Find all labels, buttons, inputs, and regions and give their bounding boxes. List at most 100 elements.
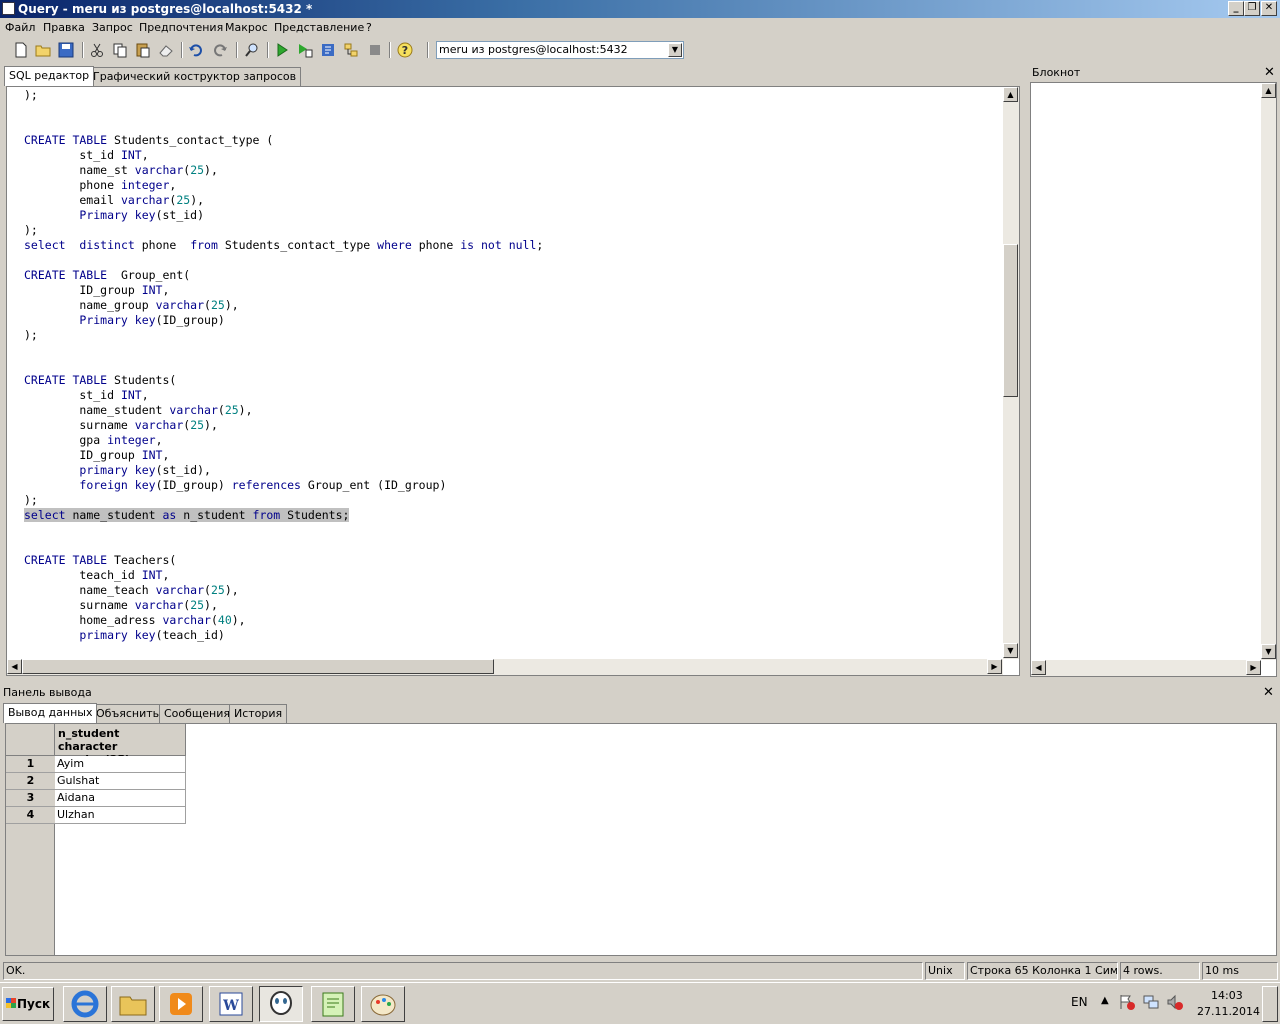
scroll-up-icon[interactable]: ▲ [1003, 87, 1018, 102]
cut-icon[interactable] [88, 41, 106, 59]
scroll-right-icon[interactable]: ▶ [1246, 660, 1261, 675]
menu-query[interactable]: Запрос [92, 21, 133, 34]
internet-explorer-icon[interactable] [63, 986, 107, 1022]
code-line[interactable]: Primary key(st_id) [24, 208, 543, 223]
menu-preferences[interactable]: Предпочтения [139, 21, 223, 34]
scroll-down-icon[interactable]: ▼ [1261, 644, 1276, 659]
paint-icon[interactable] [361, 986, 405, 1022]
code-line[interactable]: teach_id INT, [24, 568, 543, 583]
table-cell[interactable]: Ayim [55, 756, 186, 773]
code-line[interactable]: ); [24, 223, 543, 238]
copy-icon[interactable] [111, 41, 129, 59]
code-line[interactable]: home_adress varchar(40), [24, 613, 543, 628]
code-line[interactable]: gpa integer, [24, 433, 543, 448]
code-line[interactable]: Primary key(ID_group) [24, 313, 543, 328]
menu-edit[interactable]: Правка [43, 21, 85, 34]
scroll-up-icon[interactable]: ▲ [1261, 83, 1276, 98]
code-line[interactable]: foreign key(ID_group) references Group_e… [24, 478, 543, 493]
help-icon[interactable]: ? [396, 41, 414, 59]
show-desktop-button[interactable] [1262, 986, 1278, 1022]
word-icon[interactable]: W [209, 986, 253, 1022]
code-line[interactable]: name_student varchar(25), [24, 403, 543, 418]
code-line[interactable]: surname varchar(25), [24, 598, 543, 613]
execute-to-file-icon[interactable] [296, 41, 314, 59]
chevron-up-icon[interactable]: ▲ [1101, 995, 1109, 1006]
menu-help[interactable]: ? [366, 21, 372, 34]
code-line[interactable] [24, 343, 543, 358]
code-line[interactable]: ); [24, 328, 543, 343]
explain-icon[interactable] [319, 41, 337, 59]
code-line[interactable] [24, 523, 543, 538]
table-cell[interactable]: Ulzhan [55, 807, 186, 824]
close-icon[interactable]: ✕ [1264, 66, 1275, 79]
scroll-thumb[interactable] [1003, 244, 1018, 397]
code-line[interactable]: ); [24, 493, 543, 508]
row-number[interactable]: 4 [6, 807, 55, 824]
code-line[interactable] [24, 118, 543, 133]
scroll-down-icon[interactable]: ▼ [1003, 643, 1018, 658]
row-number[interactable]: 1 [6, 756, 55, 773]
hscroll-thumb[interactable] [22, 659, 494, 674]
code-line[interactable] [24, 538, 543, 553]
language-indicator[interactable]: EN [1071, 995, 1088, 1009]
editor-horizontal-scrollbar[interactable]: ◀ ▶ [7, 659, 1003, 675]
code-line[interactable] [24, 253, 543, 268]
code-line[interactable]: ID_group INT, [24, 283, 543, 298]
notepad-vertical-scrollbar[interactable]: ▲ ▼ [1261, 83, 1276, 660]
table-cell[interactable]: Gulshat [55, 773, 186, 790]
menu-view[interactable]: Представление [274, 21, 364, 34]
connection-select[interactable]: meru из postgres@localhost:5432 ▼ [436, 41, 684, 59]
code-line[interactable]: primary key(st_id), [24, 463, 543, 478]
code-line[interactable]: st_id INT, [24, 388, 543, 403]
code-line[interactable]: CREATE TABLE Teachers( [24, 553, 543, 568]
code-line[interactable]: CREATE TABLE Students( [24, 373, 543, 388]
minimize-button[interactable]: _ [1228, 1, 1244, 16]
scroll-left-icon[interactable]: ◀ [1031, 660, 1046, 675]
close-icon[interactable]: ✕ [1263, 686, 1274, 699]
stop-icon[interactable] [366, 41, 384, 59]
code-line[interactable]: CREATE TABLE Group_ent( [24, 268, 543, 283]
find-icon[interactable] [243, 41, 261, 59]
explorer-icon[interactable] [111, 986, 155, 1022]
clock-date[interactable]: 27.11.2014 [1197, 1005, 1260, 1018]
scroll-right-icon[interactable]: ▶ [987, 659, 1002, 674]
code-line[interactable]: ); [24, 88, 543, 103]
save-icon[interactable] [57, 41, 75, 59]
chevron-down-icon[interactable]: ▼ [668, 43, 682, 57]
tab-messages[interactable]: Сообщения [159, 704, 236, 724]
tab-explain[interactable]: Объяснить [91, 704, 165, 724]
code-line[interactable]: email varchar(25), [24, 193, 543, 208]
tab-sql-editor[interactable]: SQL редактор [4, 66, 95, 86]
row-number[interactable]: 2 [6, 773, 55, 790]
code-line[interactable]: phone integer, [24, 178, 543, 193]
notepad-plus-icon[interactable] [311, 986, 355, 1022]
code-line[interactable]: primary key(teach_id) [24, 628, 543, 643]
code-line[interactable]: CREATE TABLE Students_contact_type ( [24, 133, 543, 148]
code-line[interactable]: select name_student as n_student from St… [24, 508, 543, 523]
eraser-icon[interactable] [157, 41, 175, 59]
code-line[interactable] [24, 103, 543, 118]
execute-icon[interactable] [273, 41, 291, 59]
scroll-left-icon[interactable]: ◀ [7, 659, 22, 674]
maximize-button[interactable]: ❐ [1244, 1, 1260, 16]
action-center-flag-icon[interactable] [1118, 993, 1136, 1011]
code-area[interactable]: ); CREATE TABLE Students_contact_type ( … [24, 88, 543, 643]
notepad-horizontal-scrollbar[interactable]: ◀ ▶ [1031, 660, 1261, 676]
open-folder-icon[interactable] [34, 41, 52, 59]
table-cell[interactable]: Aidana [55, 790, 186, 807]
code-line[interactable] [24, 358, 543, 373]
column-header[interactable]: n_student character varying(25) [55, 724, 186, 766]
volume-muted-icon[interactable] [1166, 993, 1184, 1011]
editor-vertical-scrollbar[interactable]: ▲ ▼ [1003, 87, 1019, 659]
new-file-icon[interactable] [12, 41, 30, 59]
row-number[interactable]: 3 [6, 790, 55, 807]
notepad-area[interactable]: ▲ ▼ ◀ ▶ [1030, 82, 1277, 677]
code-line[interactable]: name_teach varchar(25), [24, 583, 543, 598]
code-line[interactable]: select distinct phone from Students_cont… [24, 238, 543, 253]
tab-data-output[interactable]: Вывод данных [3, 703, 98, 723]
menu-macro[interactable]: Макрос [225, 21, 268, 34]
clock-time[interactable]: 14:03 [1211, 989, 1243, 1002]
close-button[interactable]: ✕ [1261, 1, 1277, 16]
redo-icon[interactable] [211, 41, 229, 59]
tab-graphical-query-builder[interactable]: Графический коструктор запросов [88, 67, 302, 87]
